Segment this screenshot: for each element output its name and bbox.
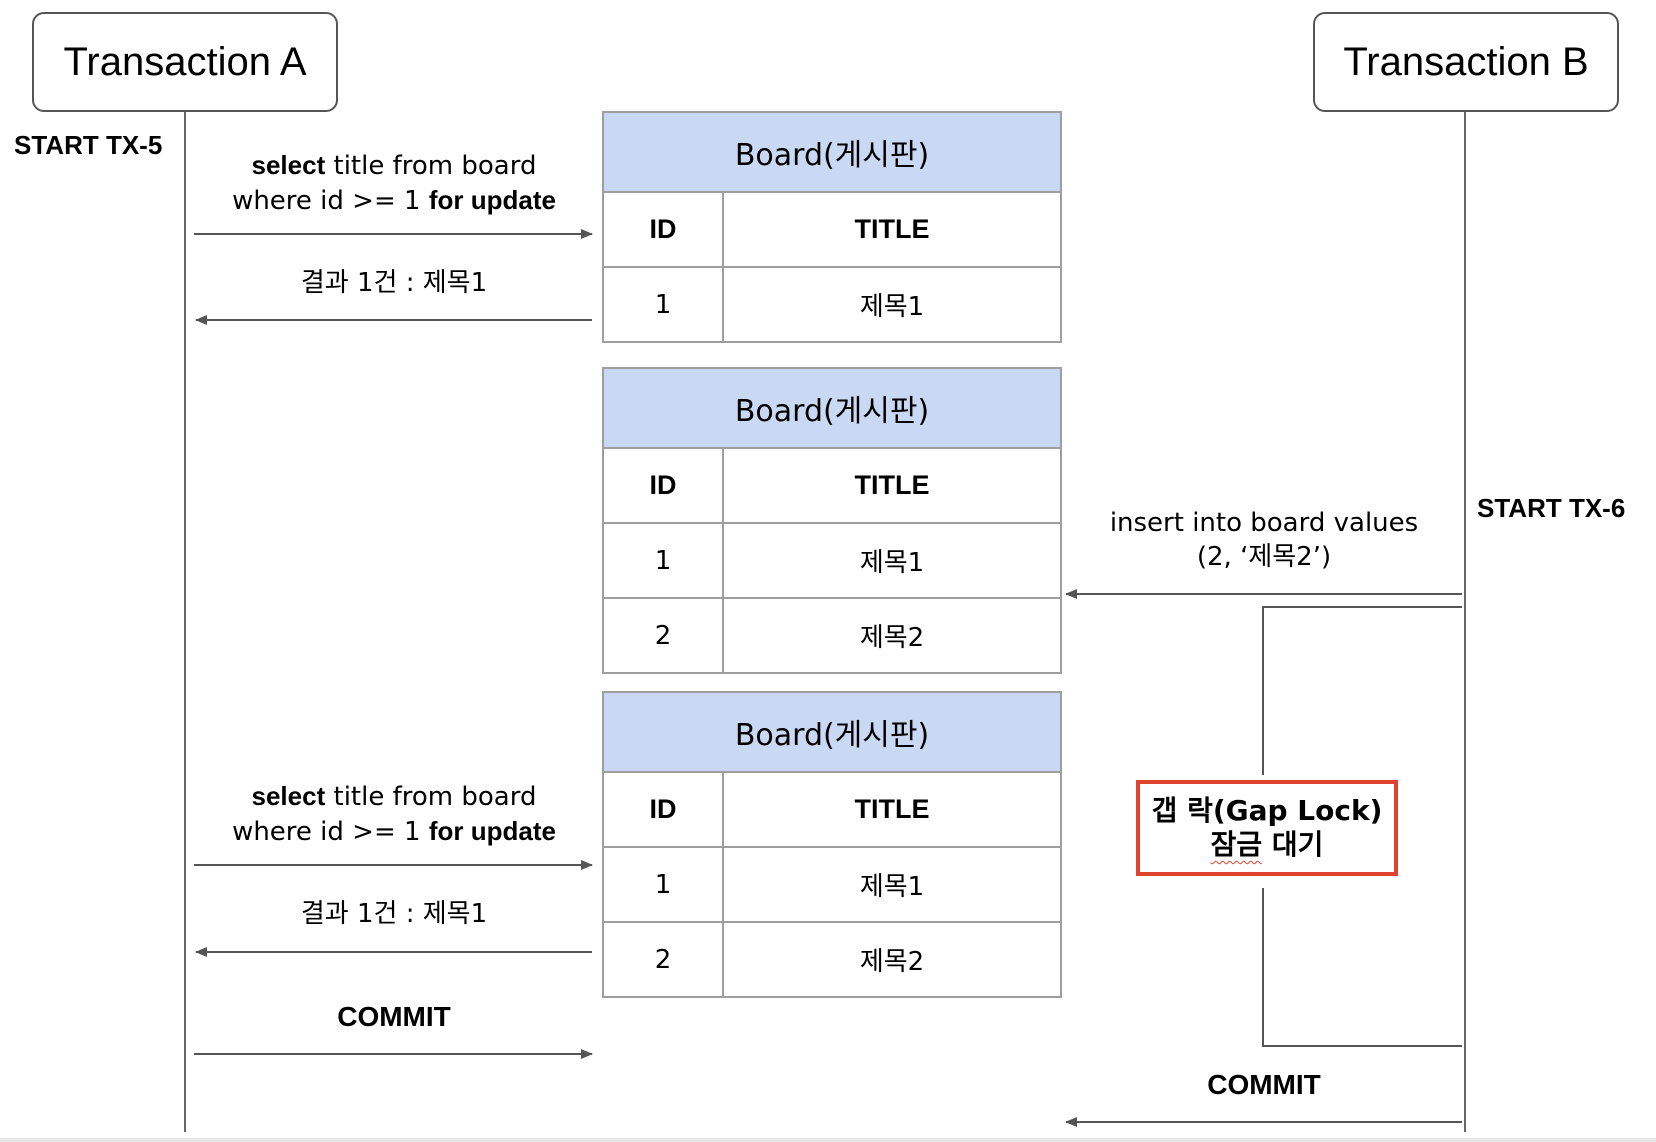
- query2-keyword-select: select: [251, 781, 326, 811]
- board-table-1-title: Board(게시판): [601, 111, 1063, 193]
- col-id-header: ID: [602, 191, 724, 268]
- cell-id: 2: [602, 921, 724, 998]
- gap-lock-word-lock: 잠금: [1210, 828, 1263, 861]
- query1-keyword-select: select: [251, 150, 326, 180]
- table-row: 1 제목1: [602, 266, 1063, 343]
- cell-title: 제목1: [721, 266, 1063, 343]
- insert-line2: (2, ‘제목2’): [1196, 542, 1332, 572]
- query1-mid: title from board: [325, 151, 537, 181]
- col-id-header: ID: [602, 771, 724, 848]
- col-id-header: ID: [602, 447, 724, 524]
- cell-id: 1: [602, 266, 724, 343]
- cell-id: 1: [602, 846, 724, 923]
- gap-lock-bracket-top: [1262, 606, 1462, 775]
- cell-id: 1: [602, 522, 724, 599]
- query2-mid: title from board: [325, 782, 537, 812]
- gap-lock-bracket-bottom: [1262, 888, 1462, 1047]
- cell-title: 제목2: [721, 597, 1063, 674]
- table-row: 2 제목2: [602, 921, 1063, 998]
- query2-keyword-forupdate: for update: [428, 816, 556, 846]
- gap-lock-line1: 갭 락(Gap Lock): [1151, 794, 1383, 827]
- query1-where: where id >= 1: [232, 186, 429, 216]
- board-table-2: Board(게시판) ID TITLE 1 제목1 2 제목2: [601, 367, 1063, 674]
- board-table-1: Board(게시판) ID TITLE 1 제목1: [601, 111, 1063, 343]
- board-table-3-title: Board(게시판): [601, 691, 1063, 773]
- insert-text: insert into board values (2, ‘제목2’): [1066, 506, 1462, 574]
- query2-where: where id >= 1: [232, 817, 429, 847]
- query1-text: select title from board where id >= 1 fo…: [194, 148, 594, 218]
- cell-title: 제목2: [721, 921, 1063, 998]
- gap-lock-word-wait: 대기: [1262, 828, 1324, 861]
- col-title-header: TITLE: [721, 191, 1063, 268]
- result1-text: 결과 1건 : 제목1: [300, 268, 488, 298]
- query2-text: select title from board where id >= 1 fo…: [194, 779, 594, 849]
- result2-text: 결과 1건 : 제목1: [300, 899, 488, 929]
- cell-title: 제목1: [721, 522, 1063, 599]
- table-row: 1 제목1: [602, 846, 1063, 923]
- col-title-header: TITLE: [721, 771, 1063, 848]
- commit-a-label: COMMIT: [337, 1001, 451, 1032]
- insert-line1: insert into board values: [1109, 508, 1419, 538]
- cell-title: 제목1: [721, 846, 1063, 923]
- commit-b-label: COMMIT: [1207, 1069, 1321, 1100]
- col-title-header: TITLE: [721, 447, 1063, 524]
- cell-id: 2: [602, 597, 724, 674]
- table-row: 2 제목2: [602, 597, 1063, 674]
- board-table-2-title: Board(게시판): [601, 367, 1063, 449]
- gap-lock-box: 갭 락(Gap Lock) 잠금 대기: [1136, 780, 1398, 876]
- board-table-3: Board(게시판) ID TITLE 1 제목1 2 제목2: [601, 691, 1063, 998]
- bottom-border: [0, 1138, 1656, 1142]
- query1-keyword-forupdate: for update: [428, 185, 556, 215]
- table-row: 1 제목1: [602, 522, 1063, 599]
